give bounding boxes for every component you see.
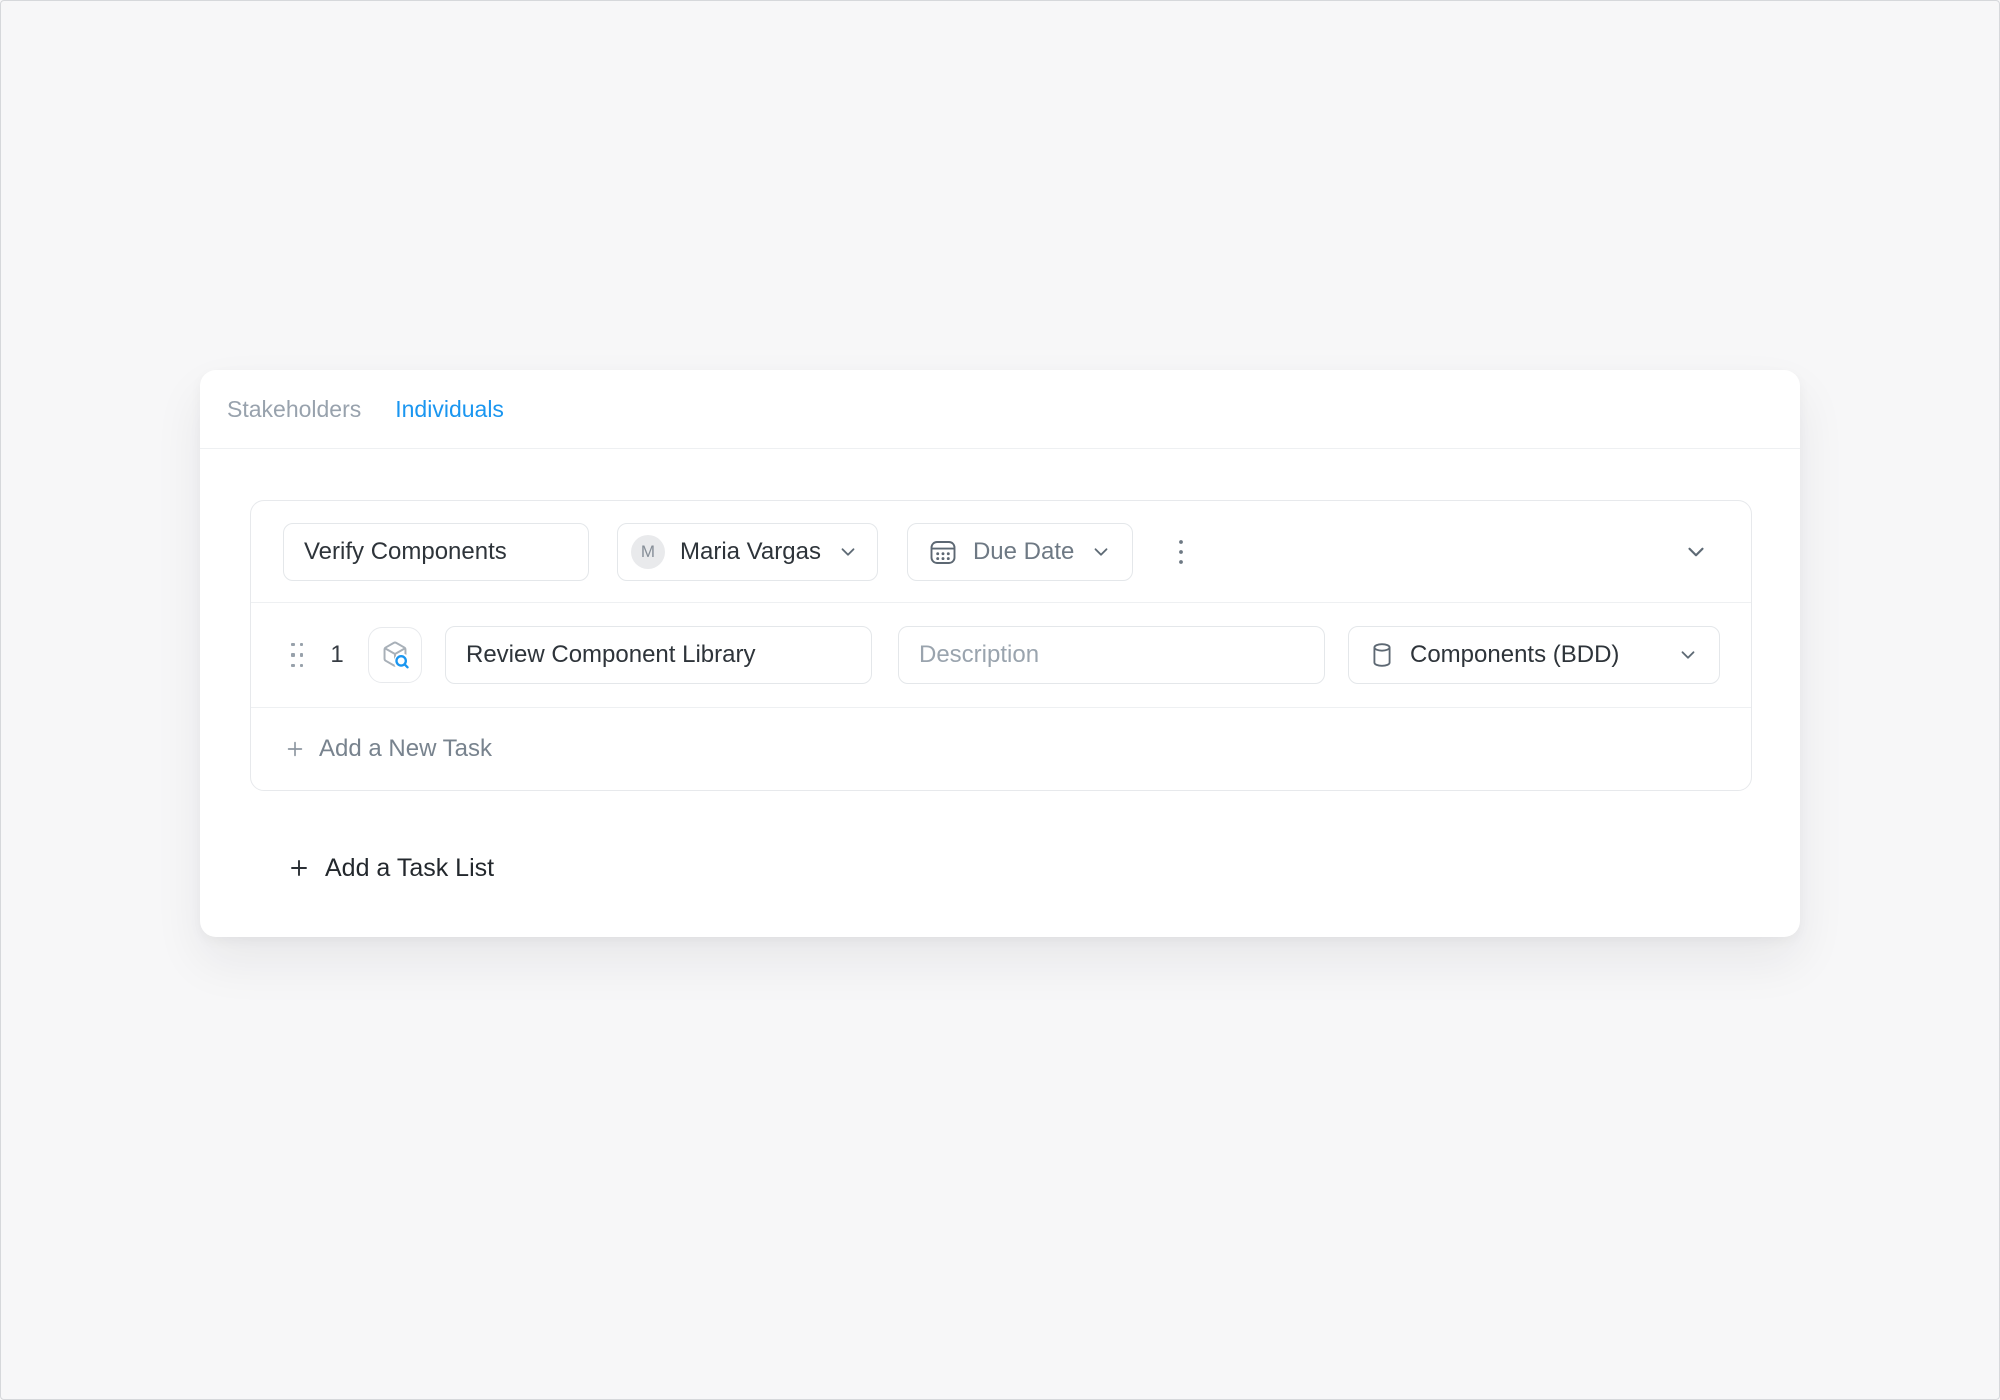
category-label: Components (BDD): [1410, 641, 1619, 669]
panel-content: M Maria Vargas: [250, 500, 1752, 898]
chevron-down-icon: [1677, 644, 1699, 666]
box-search-button[interactable]: [368, 627, 422, 683]
drag-handle-icon[interactable]: [291, 643, 303, 668]
task-row: 1: [251, 603, 1751, 708]
tab-bar: Stakeholders Individuals: [200, 370, 1800, 449]
task-lists-panel: Stakeholders Individuals M Maria Vargas: [200, 370, 1800, 937]
add-task-list-label: Add a Task List: [325, 854, 494, 883]
plus-icon: [287, 856, 311, 880]
task-list-card: M Maria Vargas: [250, 500, 1752, 791]
task-description-input[interactable]: [898, 626, 1325, 684]
add-task-list-button[interactable]: Add a Task List: [287, 838, 494, 898]
category-dropdown[interactable]: Components (BDD): [1348, 626, 1720, 684]
add-new-task-button[interactable]: Add a New Task: [251, 708, 1751, 790]
task-number: 1: [330, 641, 344, 669]
database-icon: [1369, 642, 1395, 668]
task-title-input[interactable]: [445, 626, 872, 684]
tab-stakeholders[interactable]: Stakeholders: [227, 396, 361, 423]
kebab-menu-icon[interactable]: [1167, 530, 1195, 574]
avatar: M: [631, 535, 665, 569]
collapse-list-button[interactable]: [1681, 530, 1711, 574]
chevron-down-icon: [837, 541, 859, 563]
plus-icon: [284, 738, 306, 760]
add-new-task-label: Add a New Task: [319, 735, 492, 763]
due-date-label: Due Date: [973, 538, 1074, 566]
tab-individuals[interactable]: Individuals: [395, 396, 504, 423]
box-search-icon: [379, 639, 411, 671]
chevron-down-icon: [1090, 541, 1112, 563]
task-list-header: M Maria Vargas: [251, 501, 1751, 603]
task-list-name-input[interactable]: [283, 523, 589, 581]
calendar-icon: [928, 537, 958, 567]
assignee-dropdown[interactable]: M Maria Vargas: [617, 523, 878, 581]
due-date-dropdown[interactable]: Due Date: [907, 523, 1133, 581]
assignee-name: Maria Vargas: [680, 538, 821, 566]
